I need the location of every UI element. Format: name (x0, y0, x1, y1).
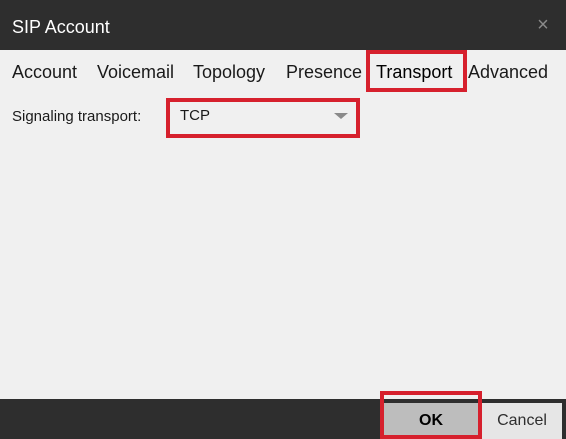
dialog-footer: OK Cancel (0, 399, 566, 439)
signaling-transport-label: Signaling transport: (12, 108, 142, 125)
tab-voicemail[interactable]: Voicemail (97, 58, 174, 86)
tab-transport[interactable]: Transport (376, 58, 452, 86)
close-icon: × (537, 13, 549, 36)
tab-account[interactable]: Account (12, 58, 77, 86)
ok-button-label: OK (419, 412, 443, 429)
cancel-button[interactable]: Cancel (482, 403, 562, 439)
signaling-transport-value: TCP (180, 107, 210, 124)
tab-bar: Account Voicemail Topology Presence Tran… (0, 50, 566, 94)
chevron-down-icon (334, 113, 348, 119)
window-title: SIP Account (12, 17, 110, 37)
title-bar: SIP Account × (0, 0, 566, 50)
tab-presence[interactable]: Presence (286, 58, 362, 86)
tab-advanced[interactable]: Advanced (468, 58, 548, 86)
transport-panel: Signaling transport: TCP (4, 94, 562, 399)
close-button[interactable]: × (520, 0, 566, 50)
sip-account-dialog: SIP Account × Account Voicemail Topology… (0, 0, 566, 439)
signaling-transport-select[interactable]: TCP (174, 102, 360, 130)
tab-topology[interactable]: Topology (193, 58, 265, 86)
ok-button[interactable]: OK (384, 403, 478, 439)
cancel-button-label: Cancel (497, 412, 547, 429)
